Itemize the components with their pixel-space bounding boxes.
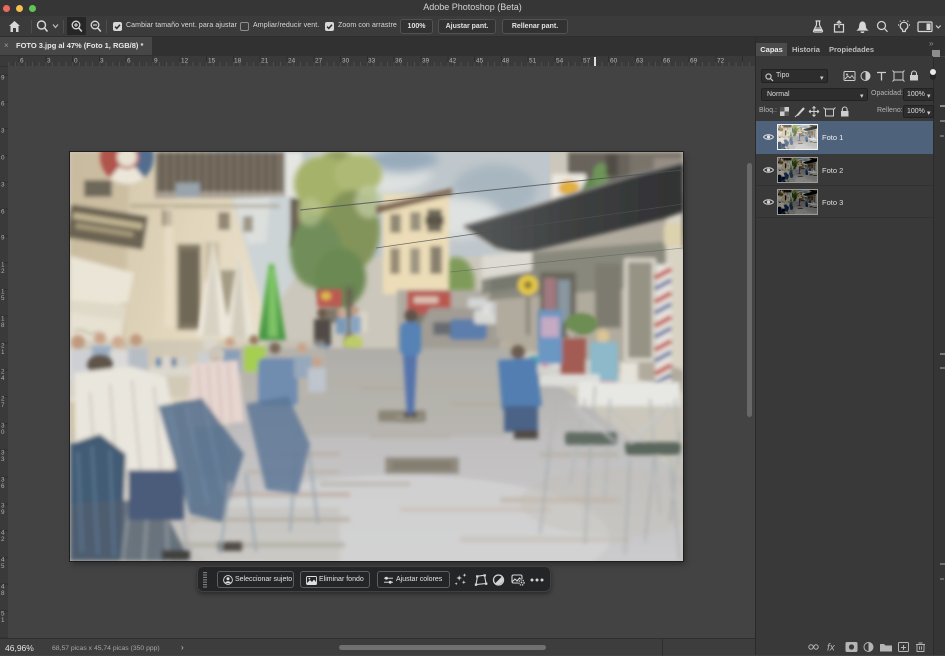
- svg-text:fx: fx: [827, 643, 836, 654]
